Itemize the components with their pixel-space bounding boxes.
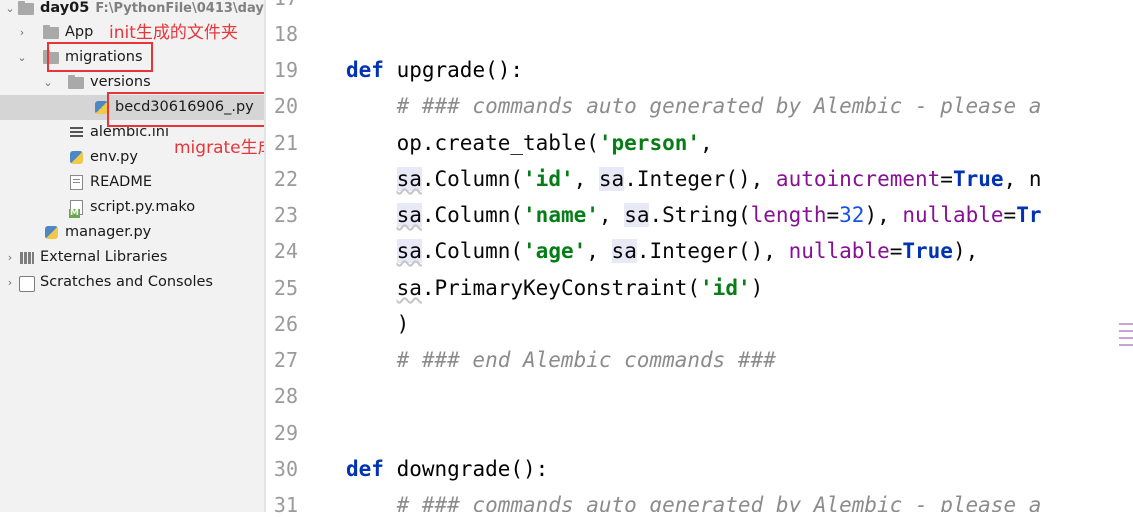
code-line-31: # ### commands auto generated by Alembic… [346,493,1042,512]
code-editor[interactable]: def upgrade(): # ### commands auto gener… [346,0,1133,512]
code-line-26: ) [346,312,410,336]
code-line-24: sa.Column('age', sa.Integer(), nullable=… [396,239,979,263]
folder-icon [68,75,84,89]
tree-item-label: README [90,174,152,190]
line-number: 20 [273,94,298,118]
line-number: 27 [273,348,298,372]
python-file-icon [45,226,58,239]
stripe-mark[interactable] [1119,337,1133,339]
annotation-init-label: init生成的文件夹 [109,23,238,43]
project-tree-panel: ⌄ day05 F:\PythonFile\0413\day0 › App ⌄ m… [0,0,273,512]
code-line-21: op.create_table('person', [346,131,713,155]
line-number: 26 [273,312,298,336]
ini-file-icon [70,127,83,139]
code-line-19: def upgrade(): [346,58,524,82]
python-file-icon [70,151,83,164]
annotation-box-migrations [47,42,153,72]
chevron-down-icon[interactable]: ⌄ [4,0,16,21]
line-number: 17 [266,0,298,10]
line-number: 31 [273,493,298,517]
code-line-23: sa.Column('name', sa.String(length=32), … [396,203,1042,227]
tree-item-script-mako[interactable]: script.py.mako [0,195,264,220]
line-number: 19 [273,58,298,82]
code-line-20: # ### commands auto generated by Alembic… [346,94,1042,118]
chevron-right-icon[interactable]: › [4,245,16,270]
line-number: 29 [273,421,298,445]
line-number: 23 [273,203,298,227]
tree-item-external-libraries[interactable]: › External Libraries [0,245,264,270]
tree-item-scratches[interactable]: › Scratches and Consoles [0,270,264,295]
annotation-box-migration-file [107,92,266,127]
code-line-25: sa.PrimaryKeyConstraint('id') [396,276,764,300]
folder-icon [18,1,34,15]
chevron-right-icon[interactable]: › [4,270,16,295]
tree-item-label: script.py.mako [90,199,196,215]
library-icon [20,252,34,264]
code-line-27: # ### end Alembic commands ### [346,348,776,372]
stripe-mark[interactable] [1119,344,1133,346]
line-number: 18 [273,22,298,46]
chevron-right-icon[interactable]: › [16,20,28,45]
tree-item-readme[interactable]: README [0,170,264,195]
chevron-down-icon[interactable]: ⌄ [42,70,54,95]
line-number-gutter: 17 18 19 20 21 22 23 24 25 26 27 28 29 3… [266,0,361,517]
error-stripe[interactable] [1119,0,1133,512]
tree-item-label: Scratches and Consoles [40,274,213,290]
root-path: F:\PythonFile\0413\day0 [95,1,273,16]
tree-item-label: External Libraries [40,249,168,265]
line-number: 30 [273,457,298,481]
line-number: 25 [273,276,298,300]
line-number: 22 [273,167,298,191]
line-number: 24 [273,239,298,263]
text-file-icon [70,175,83,190]
chevron-down-icon[interactable]: ⌄ [16,45,28,70]
tree-item-label: manager.py [65,224,152,240]
tree-item-manager-py[interactable]: manager.py [0,220,264,245]
stripe-mark[interactable] [1119,323,1133,325]
code-line-30: def downgrade(): [346,457,549,481]
line-number: 28 [273,384,298,408]
code-line-22: sa.Column('id', sa.Integer(), autoincrem… [396,167,1042,191]
tree-item-label: env.py [90,149,138,165]
scratches-icon [19,276,35,292]
line-number: 21 [273,131,298,155]
stripe-mark[interactable] [1119,330,1133,332]
root-name: day05 [40,0,90,16]
folder-icon [43,25,59,39]
mako-file-icon [69,200,83,218]
